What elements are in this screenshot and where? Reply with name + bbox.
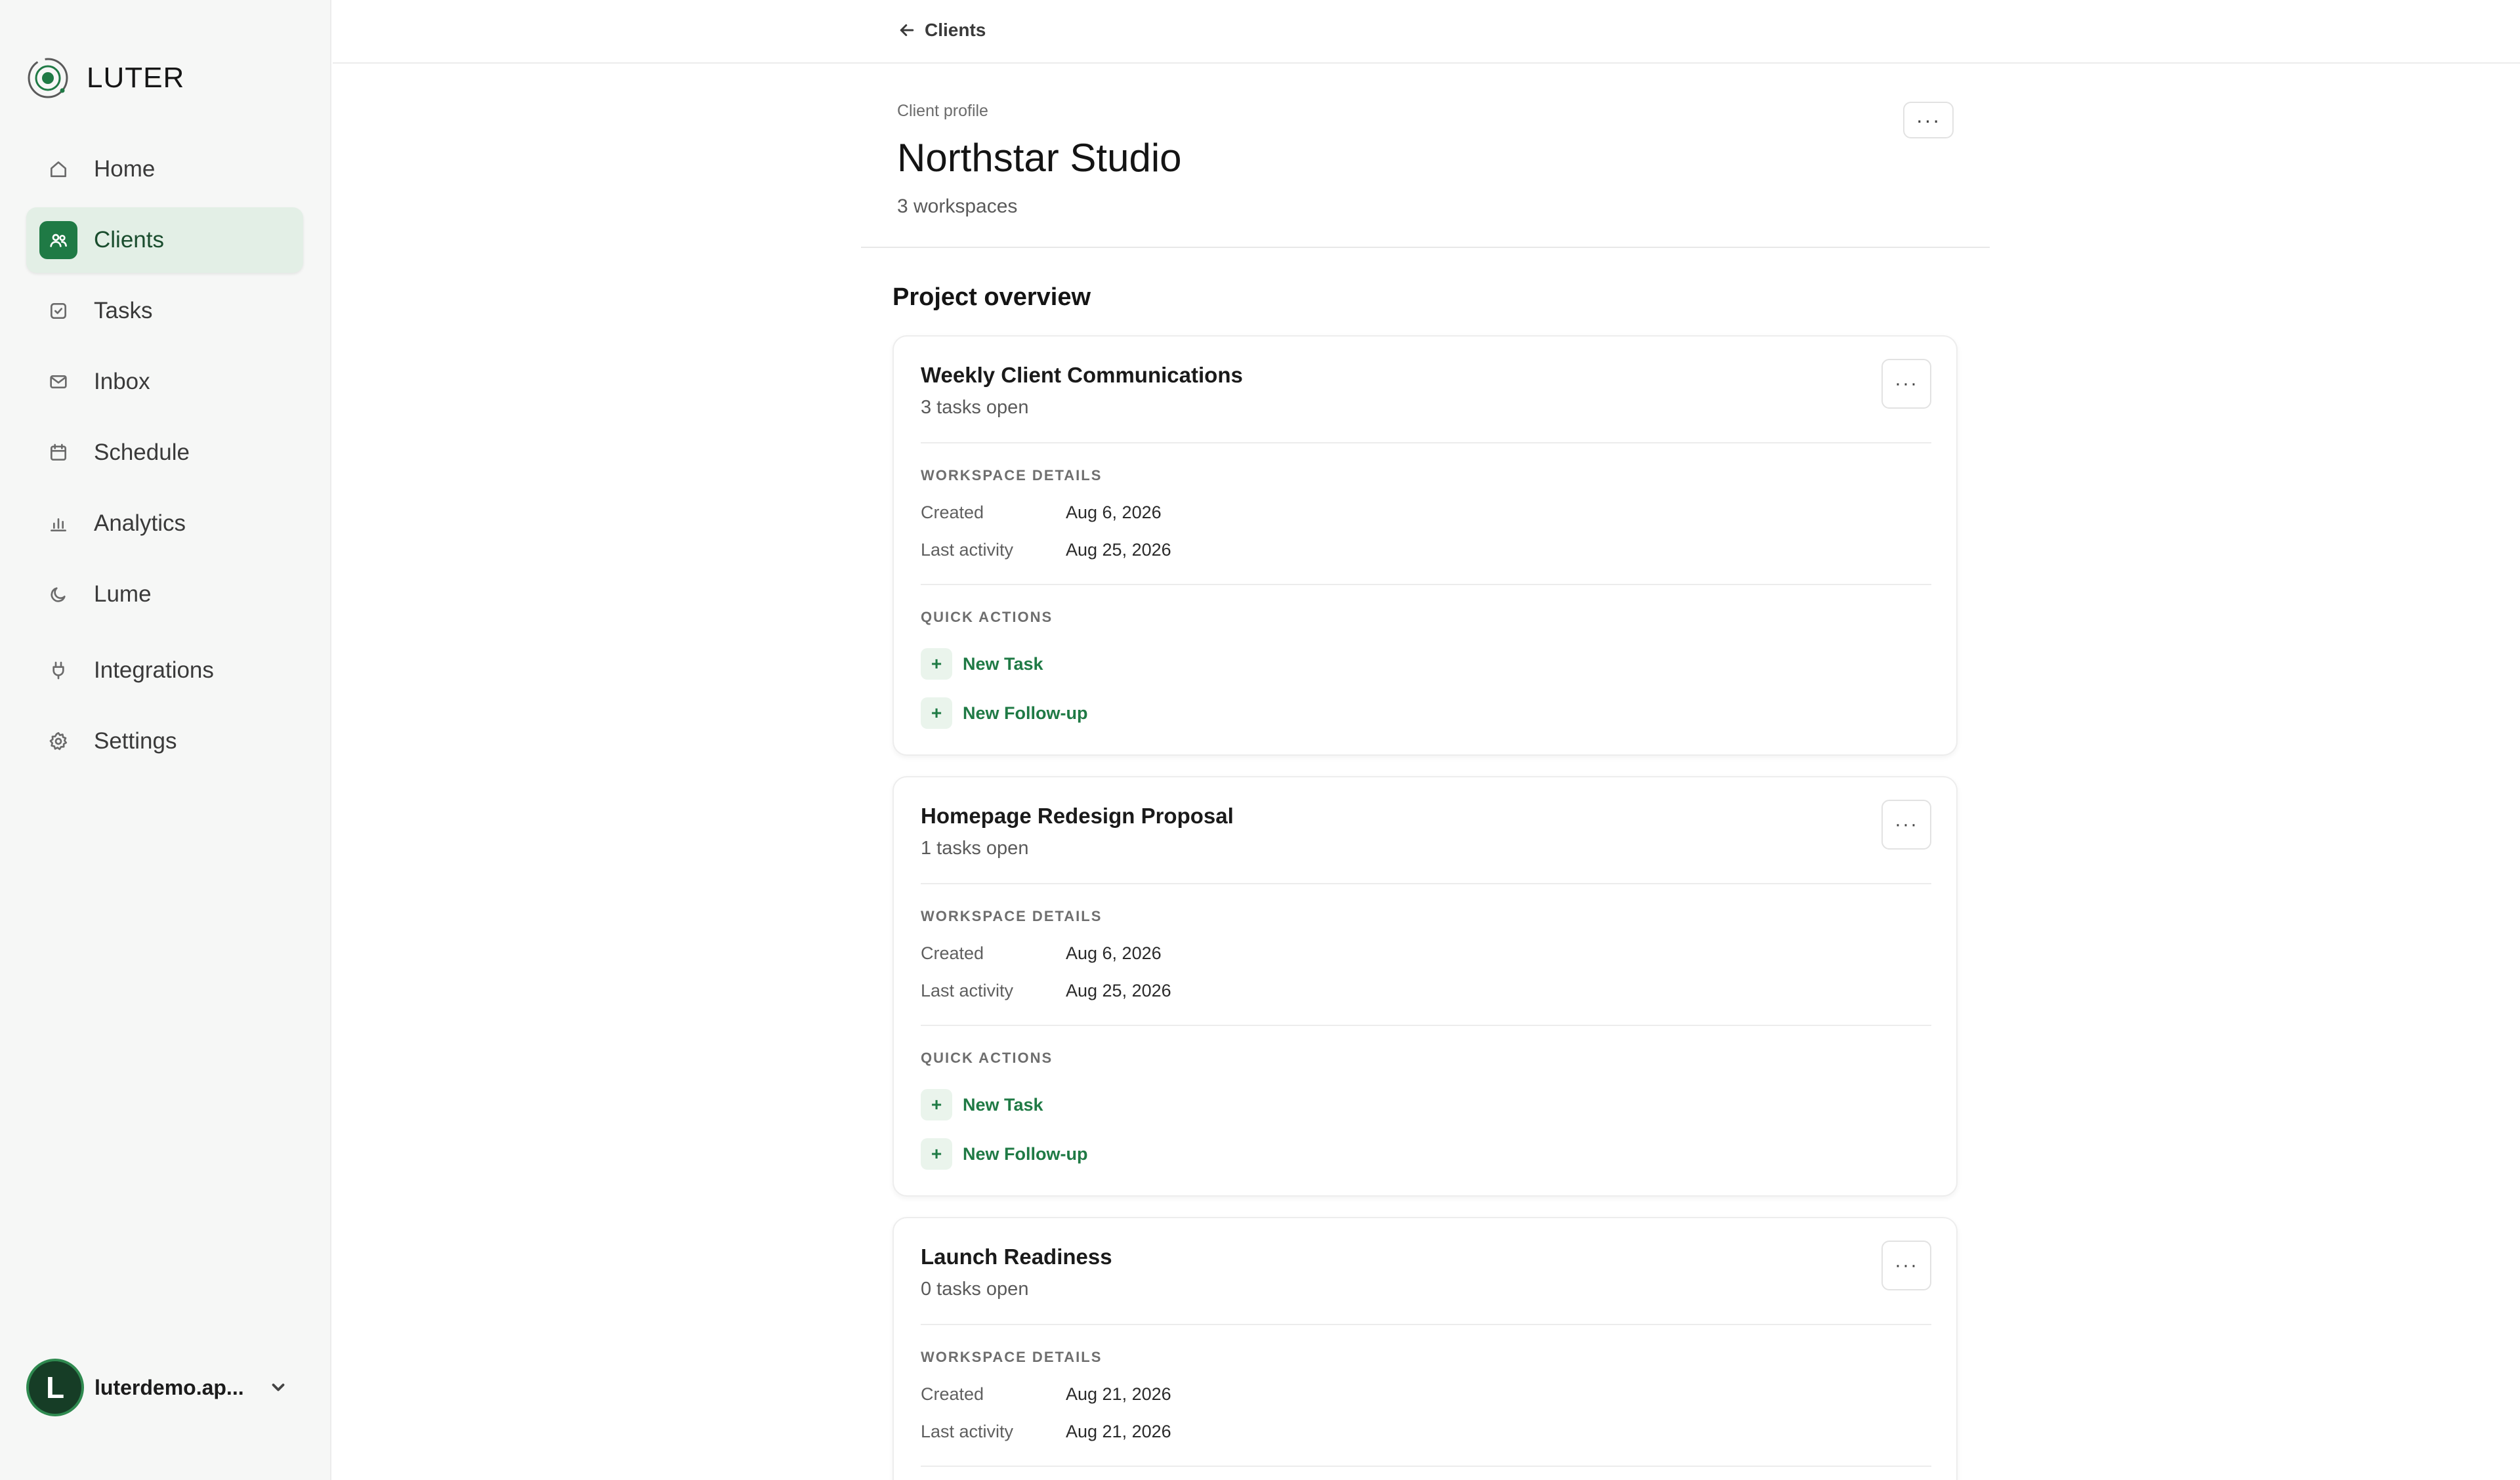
card-more-options-button[interactable]: ··· bbox=[1881, 1241, 1931, 1290]
arrow-left-icon bbox=[900, 24, 914, 36]
quick-actions-label: QUICK ACTIONS bbox=[921, 1050, 1053, 1066]
checkbox-icon bbox=[39, 292, 77, 330]
created-value: Aug 21, 2026 bbox=[1066, 1384, 1171, 1404]
last-activity-value: Aug 25, 2026 bbox=[1066, 981, 1171, 1000]
sidebar-item-clients[interactable]: Clients bbox=[26, 207, 303, 273]
divider bbox=[861, 247, 1990, 248]
topbar: Clients bbox=[333, 0, 2520, 64]
created-label: Created bbox=[921, 503, 984, 522]
details-label: WORKSPACE DETAILS bbox=[921, 1349, 1102, 1365]
workspace-count: 3 workspaces bbox=[897, 195, 1018, 217]
calendar-icon bbox=[39, 434, 77, 472]
brand[interactable]: LUTER bbox=[26, 56, 184, 100]
workspace-title[interactable]: Launch Readiness bbox=[921, 1244, 1112, 1269]
new-follow-up-button[interactable]: + New Follow-up bbox=[921, 1138, 1087, 1170]
moon-icon bbox=[39, 575, 77, 613]
sidebar-item-label: Tasks bbox=[94, 298, 153, 323]
sidebar-item-label: Lume bbox=[94, 581, 152, 607]
sidebar-item-label: Inbox bbox=[94, 369, 150, 394]
user-menu[interactable]: L luterdemo.ap... bbox=[26, 1358, 303, 1417]
user-name: luterdemo.ap... bbox=[94, 1375, 244, 1399]
sidebar-item-analytics[interactable]: Analytics bbox=[26, 491, 303, 556]
target-logo-icon bbox=[28, 58, 68, 98]
workspace-title[interactable]: Weekly Client Communications bbox=[921, 363, 1243, 388]
gear-icon bbox=[39, 722, 77, 760]
sidebar-item-home[interactable]: Home bbox=[26, 136, 303, 202]
workspace-title[interactable]: Homepage Redesign Proposal bbox=[921, 804, 1234, 829]
avatar: L bbox=[26, 1359, 84, 1416]
tasks-open-count: 0 tasks open bbox=[921, 1279, 1029, 1300]
workspace-card: Homepage Redesign Proposal 1 tasks open … bbox=[892, 776, 1958, 1197]
sidebar-item-integrations[interactable]: Integrations bbox=[26, 638, 303, 703]
action-label: New Follow-up bbox=[963, 703, 1088, 723]
sidebar-item-settings[interactable]: Settings bbox=[26, 709, 303, 774]
new-task-button[interactable]: + New Task bbox=[921, 1089, 1043, 1120]
card-more-options-button[interactable]: ··· bbox=[1881, 800, 1931, 850]
created-value: Aug 6, 2026 bbox=[1066, 943, 1162, 963]
sidebar-item-tasks[interactable]: Tasks bbox=[26, 278, 303, 344]
mail-icon bbox=[39, 363, 77, 401]
divider bbox=[921, 1324, 1931, 1325]
sidebar-item-label: Analytics bbox=[94, 510, 186, 536]
divider bbox=[921, 442, 1931, 443]
plus-icon: + bbox=[921, 648, 952, 680]
last-activity-value: Aug 21, 2026 bbox=[1066, 1422, 1171, 1441]
sidebar-item-label: Clients bbox=[94, 227, 164, 253]
back-link-label: Clients bbox=[925, 20, 986, 40]
plus-icon: + bbox=[921, 1089, 952, 1120]
sidebar-item-label: Home bbox=[94, 156, 156, 182]
sidebar-item-inbox[interactable]: Inbox bbox=[26, 349, 303, 415]
action-label: New Task bbox=[963, 1094, 1043, 1115]
created-label: Created bbox=[921, 943, 984, 963]
plug-icon bbox=[39, 651, 77, 689]
details-label: WORKSPACE DETAILS bbox=[921, 908, 1102, 924]
sidebar-item-label: Schedule bbox=[94, 440, 190, 465]
action-label: New Task bbox=[963, 653, 1043, 674]
tasks-open-count: 1 tasks open bbox=[921, 838, 1029, 859]
back-to-clients-link[interactable]: Clients bbox=[897, 17, 986, 43]
action-label: New Follow-up bbox=[963, 1143, 1088, 1164]
bar-chart-icon bbox=[39, 504, 77, 543]
new-follow-up-button[interactable]: + New Follow-up bbox=[921, 697, 1087, 729]
quick-actions-label: QUICK ACTIONS bbox=[921, 609, 1053, 625]
divider bbox=[921, 584, 1931, 585]
profile-kicker: Client profile bbox=[897, 102, 988, 120]
created-value: Aug 6, 2026 bbox=[1066, 503, 1162, 522]
workspace-card: Launch Readiness 0 tasks open ··· WORKSP… bbox=[892, 1217, 1958, 1480]
details-label: WORKSPACE DETAILS bbox=[921, 467, 1102, 483]
sidebar-item-lume[interactable]: Lume bbox=[26, 562, 303, 627]
last-activity-value: Aug 25, 2026 bbox=[1066, 540, 1171, 560]
sidebar-item-label: Settings bbox=[94, 728, 177, 754]
more-options-button[interactable]: ··· bbox=[1903, 102, 1954, 138]
plus-icon: + bbox=[921, 697, 952, 729]
sidebar-item-label: Integrations bbox=[94, 657, 214, 683]
last-activity-label: Last activity bbox=[921, 1422, 1014, 1441]
home-icon bbox=[39, 150, 77, 188]
plus-icon: + bbox=[921, 1138, 952, 1170]
last-activity-label: Last activity bbox=[921, 981, 1014, 1000]
last-activity-label: Last activity bbox=[921, 540, 1014, 560]
new-task-button[interactable]: + New Task bbox=[921, 648, 1043, 680]
users-icon bbox=[39, 221, 77, 259]
brand-name: LUTER bbox=[87, 62, 185, 94]
workspace-card: Weekly Client Communications 3 tasks ope… bbox=[892, 335, 1958, 756]
card-more-options-button[interactable]: ··· bbox=[1881, 359, 1931, 409]
page-title: Northstar Studio bbox=[897, 136, 1182, 180]
section-title: Project overview bbox=[892, 283, 1091, 311]
divider bbox=[921, 1466, 1931, 1467]
divider bbox=[921, 883, 1931, 884]
sidebar-item-schedule[interactable]: Schedule bbox=[26, 420, 303, 485]
divider bbox=[921, 1025, 1931, 1026]
tasks-open-count: 3 tasks open bbox=[921, 397, 1029, 418]
sidebar: LUTER Home Clients Tasks Inbox Schedule … bbox=[0, 0, 331, 1480]
chevron-down-icon[interactable] bbox=[266, 1375, 290, 1399]
created-label: Created bbox=[921, 1384, 984, 1404]
